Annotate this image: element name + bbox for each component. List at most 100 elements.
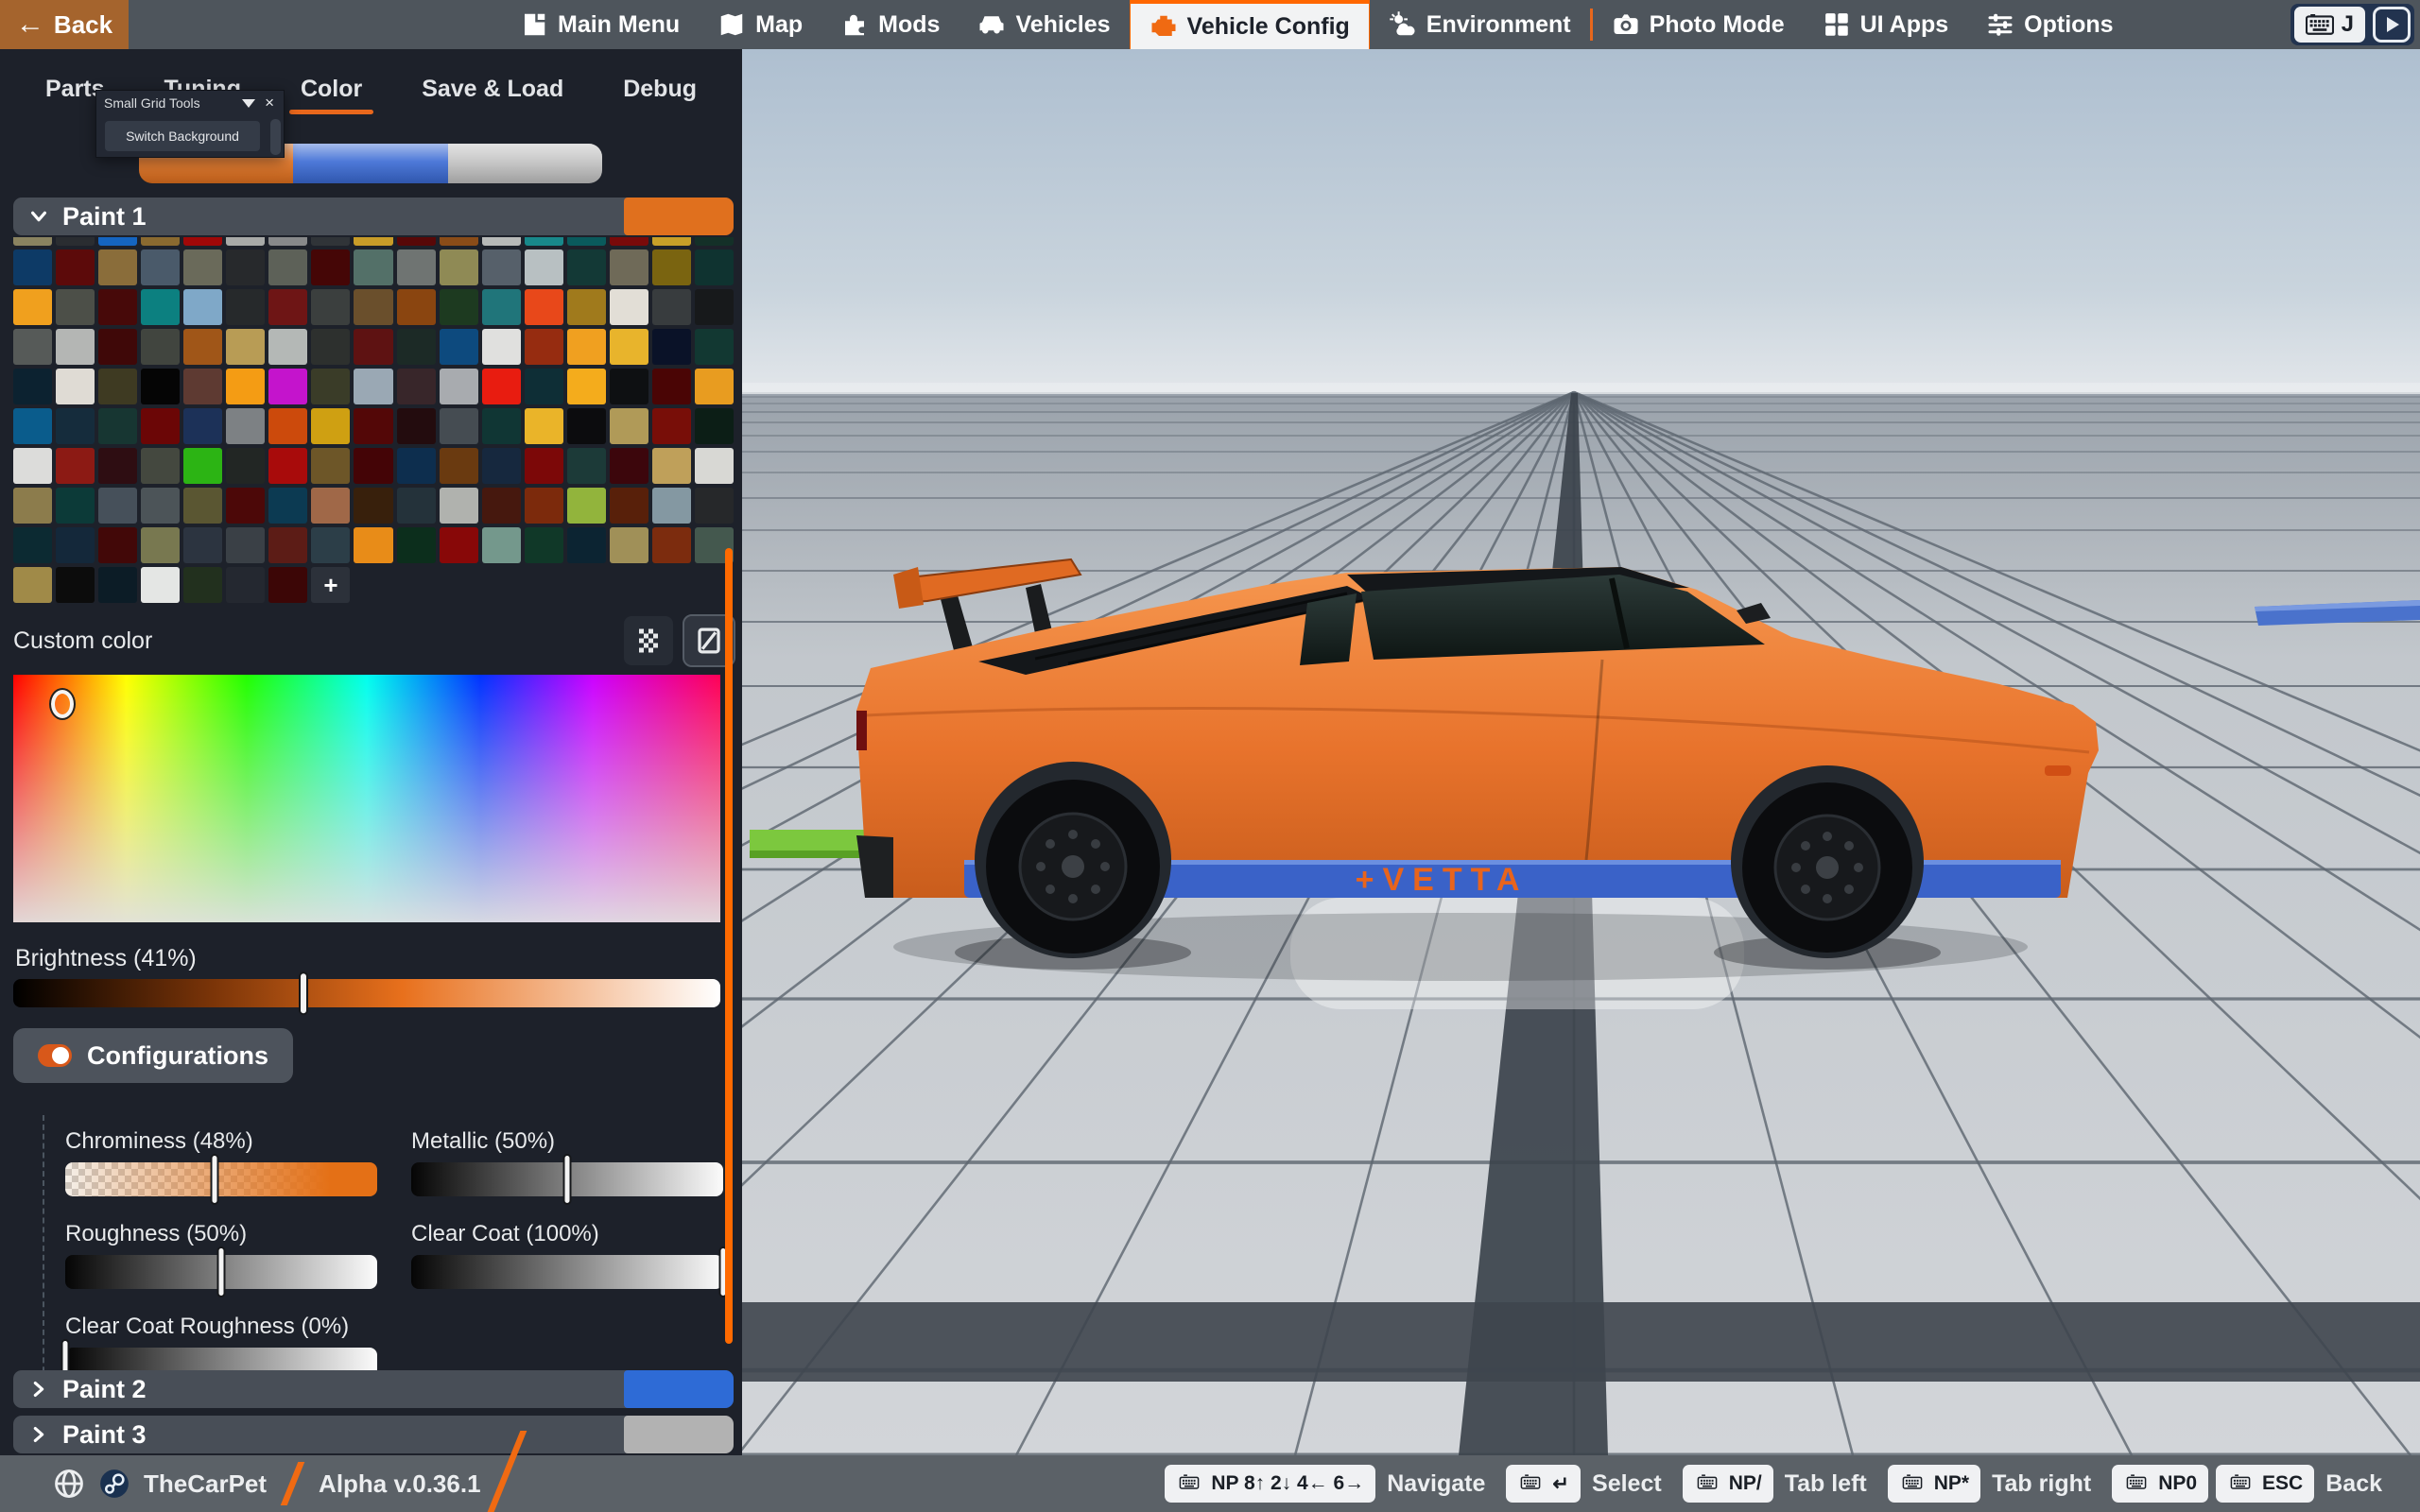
menu-item-ui-apps[interactable]: UI Apps xyxy=(1804,0,1968,49)
palette-swatch[interactable] xyxy=(354,408,392,444)
color-picker-selector[interactable] xyxy=(51,690,74,718)
palette-swatch[interactable] xyxy=(695,237,734,246)
palette-swatch[interactable] xyxy=(226,329,265,365)
palette-swatch[interactable] xyxy=(567,527,606,563)
palette-swatch[interactable] xyxy=(695,249,734,285)
menu-item-map[interactable]: Map xyxy=(699,0,821,49)
palette-swatch[interactable] xyxy=(226,567,265,603)
palette-swatch[interactable] xyxy=(354,237,392,246)
menu-item-photo-mode[interactable]: Photo Mode xyxy=(1593,0,1804,49)
configurations-button[interactable]: Configurations xyxy=(13,1028,293,1083)
palette-swatch[interactable] xyxy=(482,289,521,325)
palette-swatch[interactable] xyxy=(13,329,52,365)
palette-swatch[interactable] xyxy=(141,448,180,484)
palette-swatch[interactable] xyxy=(268,448,307,484)
palette-swatch[interactable] xyxy=(141,369,180,404)
palette-swatch[interactable] xyxy=(141,567,180,603)
menu-item-vehicles[interactable]: Vehicles xyxy=(959,0,1129,49)
palette-swatch[interactable] xyxy=(482,369,521,404)
palette-swatch[interactable] xyxy=(397,289,436,325)
switch-background-button[interactable]: Switch Background xyxy=(105,121,260,151)
close-icon[interactable]: × xyxy=(263,94,276,112)
palette-swatch[interactable] xyxy=(567,329,606,365)
palette-swatch[interactable] xyxy=(13,527,52,563)
palette-swatch[interactable] xyxy=(56,448,95,484)
palette-swatch[interactable] xyxy=(567,408,606,444)
palette-swatch[interactable] xyxy=(652,237,691,246)
palette-swatch[interactable] xyxy=(268,369,307,404)
custom-color-picker[interactable] xyxy=(13,675,720,922)
palette-swatch[interactable] xyxy=(268,249,307,285)
material-slider-track[interactable] xyxy=(411,1255,723,1289)
palette-swatch[interactable] xyxy=(525,448,563,484)
palette-swatch[interactable] xyxy=(525,329,563,365)
palette-swatch[interactable] xyxy=(652,448,691,484)
palette-swatch[interactable] xyxy=(183,289,222,325)
menu-item-environment[interactable]: Environment xyxy=(1370,0,1590,49)
palette-swatch[interactable] xyxy=(226,237,265,246)
palette-swatch[interactable] xyxy=(56,237,95,246)
material-slider-track[interactable] xyxy=(411,1162,723,1196)
palette-swatch[interactable] xyxy=(183,249,222,285)
material-slider-track[interactable] xyxy=(65,1162,377,1196)
popup-scrollbar-thumb[interactable] xyxy=(270,119,281,155)
tab-save-load[interactable]: Save & Load xyxy=(422,76,563,114)
palette-swatch[interactable] xyxy=(141,249,180,285)
palette-swatch[interactable] xyxy=(56,408,95,444)
palette-swatch[interactable] xyxy=(610,237,648,246)
palette-swatch[interactable] xyxy=(482,448,521,484)
palette-swatch[interactable] xyxy=(268,408,307,444)
palette-swatch[interactable] xyxy=(397,369,436,404)
palette-swatch[interactable] xyxy=(695,369,734,404)
palette-swatch[interactable] xyxy=(354,329,392,365)
palette-swatch[interactable] xyxy=(183,369,222,404)
palette-swatch[interactable] xyxy=(440,488,478,524)
material-slider-handle[interactable] xyxy=(211,1154,219,1205)
palette-swatch[interactable] xyxy=(695,488,734,524)
paint1-current-swatch[interactable] xyxy=(624,198,734,235)
palette-swatch[interactable] xyxy=(98,369,137,404)
palette-swatch[interactable] xyxy=(98,488,137,524)
3d-viewport[interactable]: +VETTA xyxy=(742,49,2420,1455)
material-slider-handle[interactable] xyxy=(217,1246,226,1297)
palette-swatch[interactable] xyxy=(567,448,606,484)
paint3-header[interactable]: Paint 3 xyxy=(13,1416,734,1453)
palette-swatch[interactable] xyxy=(397,527,436,563)
palette-swatch[interactable] xyxy=(652,249,691,285)
palette-swatch[interactable] xyxy=(56,527,95,563)
palette-swatch[interactable] xyxy=(695,289,734,325)
palette-swatch[interactable] xyxy=(525,289,563,325)
palette-swatch[interactable] xyxy=(141,488,180,524)
palette-swatch[interactable] xyxy=(268,329,307,365)
palette-swatch[interactable] xyxy=(525,237,563,246)
palette-swatch[interactable] xyxy=(482,237,521,246)
paint2-current-swatch[interactable] xyxy=(624,1370,734,1408)
palette-swatch[interactable] xyxy=(98,249,137,285)
palette-swatch[interactable] xyxy=(311,237,350,246)
palette-swatch[interactable] xyxy=(183,567,222,603)
palette-swatch[interactable] xyxy=(354,527,392,563)
palette-swatch[interactable] xyxy=(525,408,563,444)
palette-swatch[interactable] xyxy=(567,488,606,524)
palette-swatch[interactable] xyxy=(567,249,606,285)
palette-swatch[interactable] xyxy=(311,289,350,325)
palette-swatch[interactable] xyxy=(652,329,691,365)
palette-swatch[interactable] xyxy=(397,237,436,246)
palette-swatch[interactable] xyxy=(440,249,478,285)
palette-swatch[interactable] xyxy=(652,369,691,404)
palette-swatch[interactable] xyxy=(13,369,52,404)
palette-swatch[interactable] xyxy=(183,408,222,444)
palette-swatch[interactable] xyxy=(440,289,478,325)
palette-swatch[interactable] xyxy=(98,448,137,484)
palette-swatch[interactable] xyxy=(482,329,521,365)
palette-swatch[interactable] xyxy=(98,329,137,365)
back-button[interactable]: ← Back xyxy=(0,0,129,49)
palette-swatch[interactable] xyxy=(226,369,265,404)
paint3-current-swatch[interactable] xyxy=(624,1416,734,1453)
palette-swatch[interactable] xyxy=(610,488,648,524)
palette-swatch[interactable] xyxy=(311,527,350,563)
palette-swatch[interactable] xyxy=(268,488,307,524)
paint1-header[interactable]: Paint 1 xyxy=(13,198,734,235)
palette-swatch[interactable] xyxy=(226,488,265,524)
palette-swatch[interactable] xyxy=(482,249,521,285)
